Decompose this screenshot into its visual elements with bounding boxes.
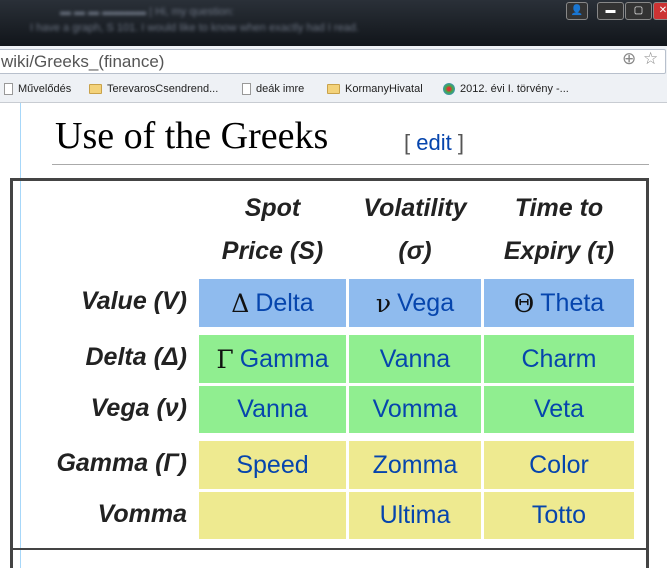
table-cell: Vanna [199,386,346,433]
table-cell: Totto [484,492,634,539]
address-input[interactable]: wiki/Greeks_(finance) [0,49,666,74]
bookmark-item[interactable]: deák imre [242,83,304,95]
globe-icon [443,83,455,95]
greek-symbol-icon: ν [375,288,392,318]
row-header: Vomma [97,500,187,528]
greek-symbol-icon: Θ [513,288,535,318]
row-header: Delta (Δ) [85,343,187,371]
bookmark-label: TerevarosCsendrend... [107,83,219,95]
greek-link[interactable]: Charm [521,345,596,374]
greek-symbol-icon: Δ [231,288,250,318]
blurred-chat-text: I have a graph, S 101. I would like to k… [30,22,359,34]
table-cell: Vomma [349,386,481,433]
greek-link[interactable]: Vomma [373,395,458,424]
bookmarks-bar: Művelődés TerevarosCsendrend... deák imr… [0,76,667,103]
column-header: (σ) [398,237,432,265]
bookmark-item[interactable]: TerevarosCsendrend... [89,83,218,95]
blurred-chat-text: ▬ ▬ ▬ ▬▬▬▬ | Hi, my question: [60,6,235,18]
page-icon [242,83,251,95]
greek-link[interactable]: Speed [236,451,308,480]
greek-link[interactable]: Delta [255,289,313,318]
maximize-button[interactable]: ▢ [625,2,652,20]
table-cell: Θ Theta [484,279,634,327]
page-icon [4,83,13,95]
greek-link[interactable]: Totto [532,501,586,530]
window-titlebar: ▬ ▬ ▬ ▬▬▬▬ | Hi, my question: I have a g… [0,0,667,46]
table-continuation [10,548,649,568]
table-cell: Charm [484,335,634,383]
column-header: Price (S) [221,237,324,265]
table-cell: Γ Gamma [199,335,346,383]
greek-link[interactable]: Vanna [380,345,450,374]
column-header: Volatility [363,194,467,222]
table-cell: Veta [484,386,634,433]
greek-link[interactable]: Zomma [373,451,458,480]
address-bar-area: wiki/Greeks_(finance) ⊕ ☆ [0,46,667,76]
bookmark-item[interactable]: KormanyHivatal [327,83,423,95]
greek-link[interactable]: Gamma [240,345,329,374]
row-header: Vega (ν) [90,394,187,422]
bracket: ] [457,130,464,155]
bookmark-label: deák imre [256,83,305,95]
section-heading: Use of the Greeks [55,115,329,157]
column-header: Spot [244,194,301,222]
table-cell: Vanna [349,335,481,383]
user-profile-button[interactable]: 👤 [566,2,588,20]
bookmark-label: KormanyHivatal [345,83,423,95]
folder-icon [327,84,340,94]
edit-link-wrapper: [ edit ] [404,130,464,156]
greek-link[interactable]: Vanna [237,395,307,424]
greek-link[interactable]: Theta [540,289,604,318]
close-button[interactable]: ✕ [653,2,667,20]
minimize-button[interactable]: ▬ [597,2,624,20]
table-cell: Zomma [349,441,481,489]
bookmark-label: Művelődés [18,83,72,95]
table-cell: Color [484,441,634,489]
bookmark-star-icon[interactable]: ☆ [643,49,658,69]
bookmark-item[interactable]: 2012. évi I. törvény -... [443,83,569,95]
greek-link[interactable]: Ultima [380,501,451,530]
column-header: Expiry (τ) [503,237,615,265]
greek-link[interactable]: Veta [534,395,584,424]
bracket: [ [404,130,411,155]
bookmark-label: 2012. évi I. törvény -... [460,83,569,95]
table-cell: Ultima [349,492,481,539]
heading-divider [52,164,649,165]
table-cell: ν Vega [349,279,481,327]
row-header: Gamma (Γ) [56,449,187,477]
table-cell: Speed [199,441,346,489]
greek-link[interactable]: Color [529,451,589,480]
greek-symbol-icon: Γ [216,344,234,374]
folder-icon [89,84,102,94]
edit-link[interactable]: edit [416,130,451,155]
greek-link[interactable]: Vega [397,289,454,318]
column-header: Time to [514,194,604,222]
bookmark-item[interactable]: Művelődés [4,83,71,95]
zoom-icon[interactable]: ⊕ [622,49,636,69]
table-cell [199,492,346,539]
row-header: Value (V) [80,287,187,315]
table-cell: Δ Delta [199,279,346,327]
